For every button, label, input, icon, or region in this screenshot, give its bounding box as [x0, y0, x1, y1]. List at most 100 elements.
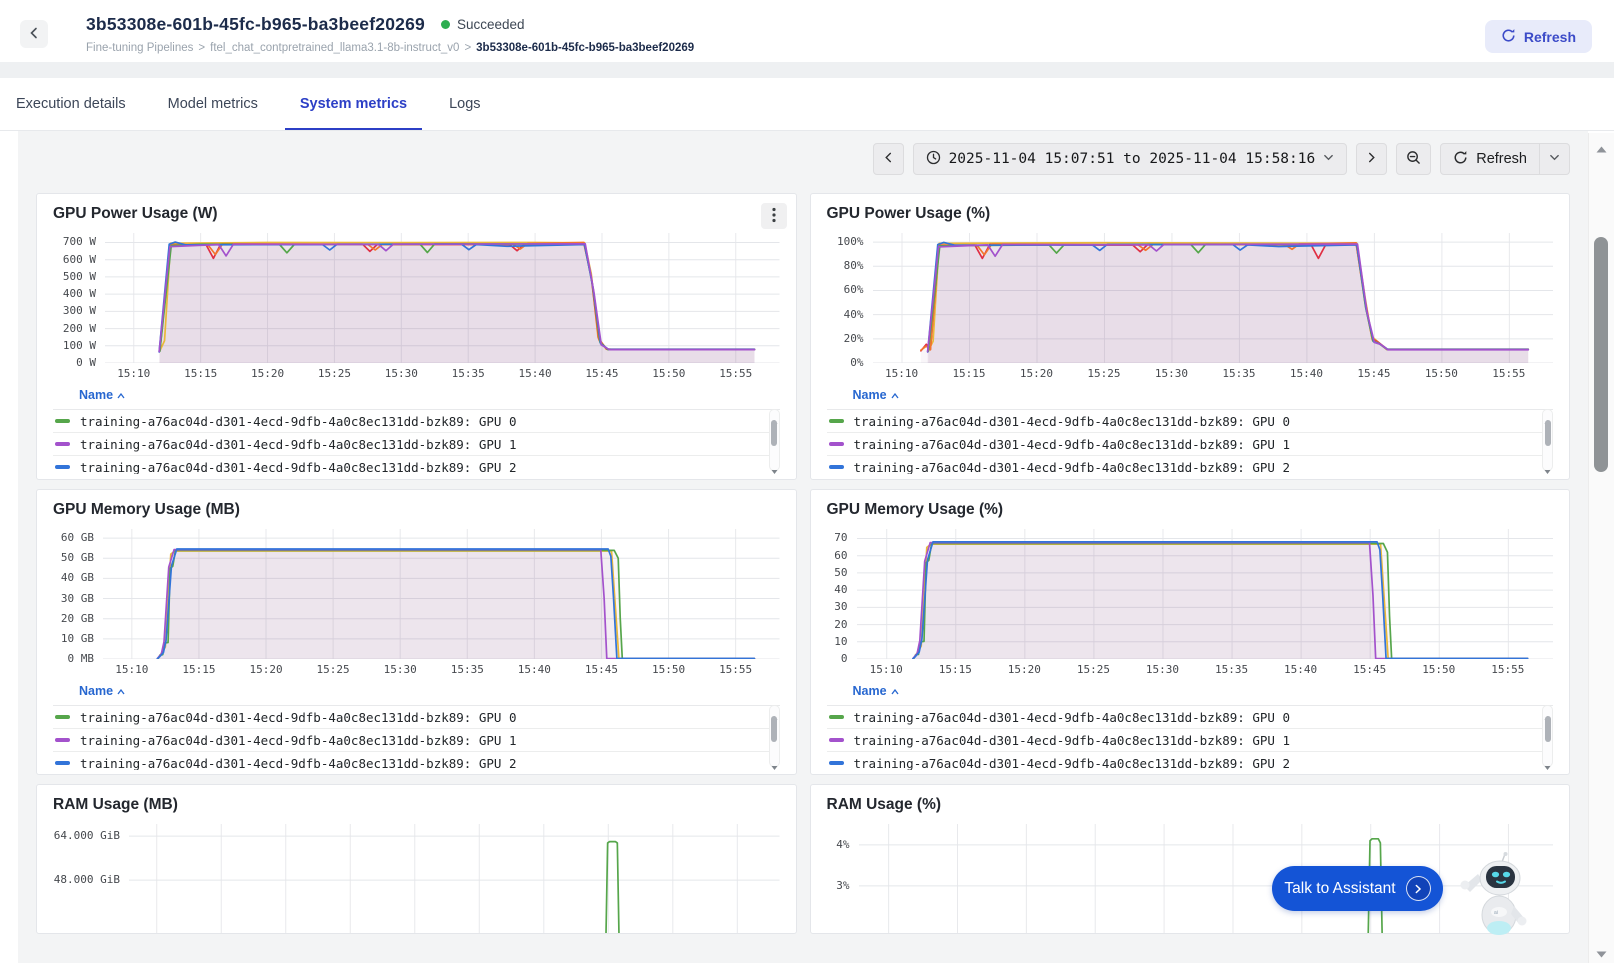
- breadcrumb-item[interactable]: ftel_chat_contpretrained_llama3.1-8b-ins…: [210, 42, 459, 54]
- y-tick-label: 20: [834, 618, 847, 631]
- scroll-up-icon[interactable]: [1544, 412, 1551, 418]
- scrollbar-thumb[interactable]: [1545, 716, 1551, 742]
- plot-area[interactable]: [105, 233, 780, 363]
- legend-scrollbar[interactable]: [769, 705, 780, 767]
- y-tick-label: 50 GB: [61, 551, 94, 564]
- gpu-power-pct-chart: 100%80%60%40%20%0%15:1015:1515:2015:2515…: [827, 233, 1554, 380]
- x-tick-label: 15:45: [585, 367, 618, 380]
- x-tick-label: 15:15: [952, 367, 985, 380]
- chart-legend: Name training-a76ac04d-d301-4ecd-9dfb-4a0…: [827, 679, 1554, 770]
- y-tick-label: 20%: [844, 332, 864, 345]
- legend-row[interactable]: training-a76ac04d-d301-4ecd-9dfb-4a0c8ec…: [53, 410, 780, 433]
- gpu-memory-pct-chart: 70605040302010015:1015:1515:2015:2515:30…: [827, 529, 1554, 676]
- scroll-down-icon[interactable]: [1595, 946, 1608, 955]
- legend-scrollbar[interactable]: [1542, 705, 1553, 767]
- svg-text:ai: ai: [1494, 910, 1498, 916]
- x-tick-label: 15:20: [249, 663, 282, 676]
- legend-sort-name[interactable]: Name: [853, 388, 887, 402]
- plot-area[interactable]: [129, 824, 780, 934]
- scroll-down-icon[interactable]: [771, 462, 778, 468]
- tab-system-metrics[interactable]: System metrics: [285, 78, 422, 130]
- legend-series-label: training-a76ac04d-d301-4ecd-9dfb-4a0c8ec…: [854, 437, 1291, 452]
- y-tick-label: 40: [834, 583, 847, 596]
- x-tick-label: 15:15: [182, 663, 215, 676]
- time-next-button[interactable]: [1356, 143, 1387, 175]
- legend-row[interactable]: training-a76ac04d-d301-4ecd-9dfb-4a0c8ec…: [53, 433, 780, 456]
- y-axis: 700 W600 W500 W400 W300 W200 W100 W0 W: [53, 233, 105, 363]
- caret-up-icon: [117, 386, 125, 404]
- panel-menu-button[interactable]: [761, 203, 787, 229]
- x-axis: 15:1015:1515:2015:2515:3015:3515:4015:45…: [103, 659, 780, 676]
- x-tick-label: 15:35: [451, 663, 484, 676]
- legend-row[interactable]: training-a76ac04d-d301-4ecd-9dfb-4a0c8ec…: [827, 729, 1554, 752]
- chart-card-ram-mb: RAM Usage (MB) 64.000 GiB48.000 GiB: [36, 784, 797, 934]
- status-badge: Succeeded: [441, 17, 525, 32]
- plot-area[interactable]: [103, 529, 780, 659]
- x-tick-label: 15:20: [1008, 663, 1041, 676]
- x-tick-label: 15:15: [184, 367, 217, 380]
- y-tick-label: 40%: [844, 308, 864, 321]
- scrollbar-thumb[interactable]: [771, 420, 777, 446]
- legend-scrollbar[interactable]: [769, 409, 780, 471]
- x-axis: 15:1015:1515:2015:2515:3015:3515:4015:45…: [873, 363, 1554, 380]
- x-tick-label: 15:20: [251, 367, 284, 380]
- legend-row[interactable]: training-a76ac04d-d301-4ecd-9dfb-4a0c8ec…: [53, 706, 780, 729]
- legend-row[interactable]: training-a76ac04d-d301-4ecd-9dfb-4a0c8ec…: [827, 433, 1554, 456]
- legend-row[interactable]: training-a76ac04d-d301-4ecd-9dfb-4a0c8ec…: [827, 456, 1554, 474]
- scrollbar-thumb[interactable]: [771, 716, 777, 742]
- scroll-down-icon[interactable]: [771, 758, 778, 764]
- time-range-picker[interactable]: 2025-11-04 15:07:51 to 2025-11-04 15:58:…: [913, 143, 1348, 175]
- refresh-interval-dropdown[interactable]: [1540, 143, 1570, 175]
- y-tick-label: 0 W: [76, 356, 96, 369]
- breadcrumb-item[interactable]: Fine-tuning Pipelines: [86, 42, 193, 54]
- scroll-down-icon[interactable]: [1544, 758, 1551, 764]
- y-tick-label: 400 W: [63, 287, 96, 300]
- tab-model-metrics[interactable]: Model metrics: [153, 78, 273, 130]
- scroll-up-icon[interactable]: [1595, 141, 1608, 150]
- y-axis: 706050403020100: [827, 529, 857, 659]
- legend-series-label: training-a76ac04d-d301-4ecd-9dfb-4a0c8ec…: [80, 710, 517, 725]
- legend-row[interactable]: training-a76ac04d-d301-4ecd-9dfb-4a0c8ec…: [53, 752, 780, 770]
- scroll-up-icon[interactable]: [1544, 708, 1551, 714]
- zoom-out-button[interactable]: [1396, 143, 1431, 175]
- chevron-left-icon: [28, 27, 40, 42]
- legend-sort-name[interactable]: Name: [79, 388, 113, 402]
- legend-row[interactable]: training-a76ac04d-d301-4ecd-9dfb-4a0c8ec…: [827, 752, 1554, 770]
- plot-area[interactable]: [859, 824, 1554, 934]
- chart-legend: Name training-a76ac04d-d301-4ecd-9dfb-4a0…: [53, 383, 780, 474]
- tab-logs[interactable]: Logs: [434, 78, 495, 130]
- legend-sort-name[interactable]: Name: [853, 684, 887, 698]
- assistant-robot-mascot[interactable]: ai: [1458, 852, 1536, 953]
- legend-row[interactable]: training-a76ac04d-d301-4ecd-9dfb-4a0c8ec…: [53, 456, 780, 474]
- series-color-marker: [829, 465, 844, 470]
- gpu-power-w-chart: 700 W600 W500 W400 W300 W200 W100 W0 W 15…: [53, 233, 780, 380]
- scrollbar-thumb[interactable]: [1545, 420, 1551, 446]
- y-tick-label: 0 MB: [68, 652, 95, 665]
- scrollbar-thumb[interactable]: [1594, 237, 1608, 472]
- page-scrollbar[interactable]: [1588, 133, 1614, 963]
- scroll-down-icon[interactable]: [1544, 462, 1551, 468]
- back-button[interactable]: [20, 20, 48, 48]
- caret-up-icon: [117, 682, 125, 700]
- y-tick-label: 64.000 GiB: [54, 829, 120, 842]
- plot-area[interactable]: [873, 233, 1554, 363]
- plot-area[interactable]: [857, 529, 1554, 659]
- y-tick-label: 20 GB: [61, 612, 94, 625]
- legend-scrollbar[interactable]: [1542, 409, 1553, 471]
- scroll-up-icon[interactable]: [771, 412, 778, 418]
- refresh-button[interactable]: Refresh: [1440, 143, 1540, 175]
- x-tick-label: 15:50: [1425, 367, 1458, 380]
- assistant-label: Talk to Assistant: [1284, 880, 1395, 898]
- page-refresh-button[interactable]: Refresh: [1485, 20, 1592, 53]
- legend-row[interactable]: training-a76ac04d-d301-4ecd-9dfb-4a0c8ec…: [827, 706, 1554, 729]
- metrics-panel: 2025-11-04 15:07:51 to 2025-11-04 15:58:…: [18, 131, 1588, 963]
- talk-to-assistant-button[interactable]: Talk to Assistant: [1272, 866, 1443, 911]
- legend-row[interactable]: training-a76ac04d-d301-4ecd-9dfb-4a0c8ec…: [53, 729, 780, 752]
- legend-series-label: training-a76ac04d-d301-4ecd-9dfb-4a0c8ec…: [80, 414, 517, 429]
- scroll-up-icon[interactable]: [771, 708, 778, 714]
- legend-sort-name[interactable]: Name: [79, 684, 113, 698]
- tab-execution-details[interactable]: Execution details: [1, 78, 141, 130]
- legend-row[interactable]: training-a76ac04d-d301-4ecd-9dfb-4a0c8ec…: [827, 410, 1554, 433]
- status-dot-icon: [441, 20, 450, 29]
- time-prev-button[interactable]: [873, 143, 904, 175]
